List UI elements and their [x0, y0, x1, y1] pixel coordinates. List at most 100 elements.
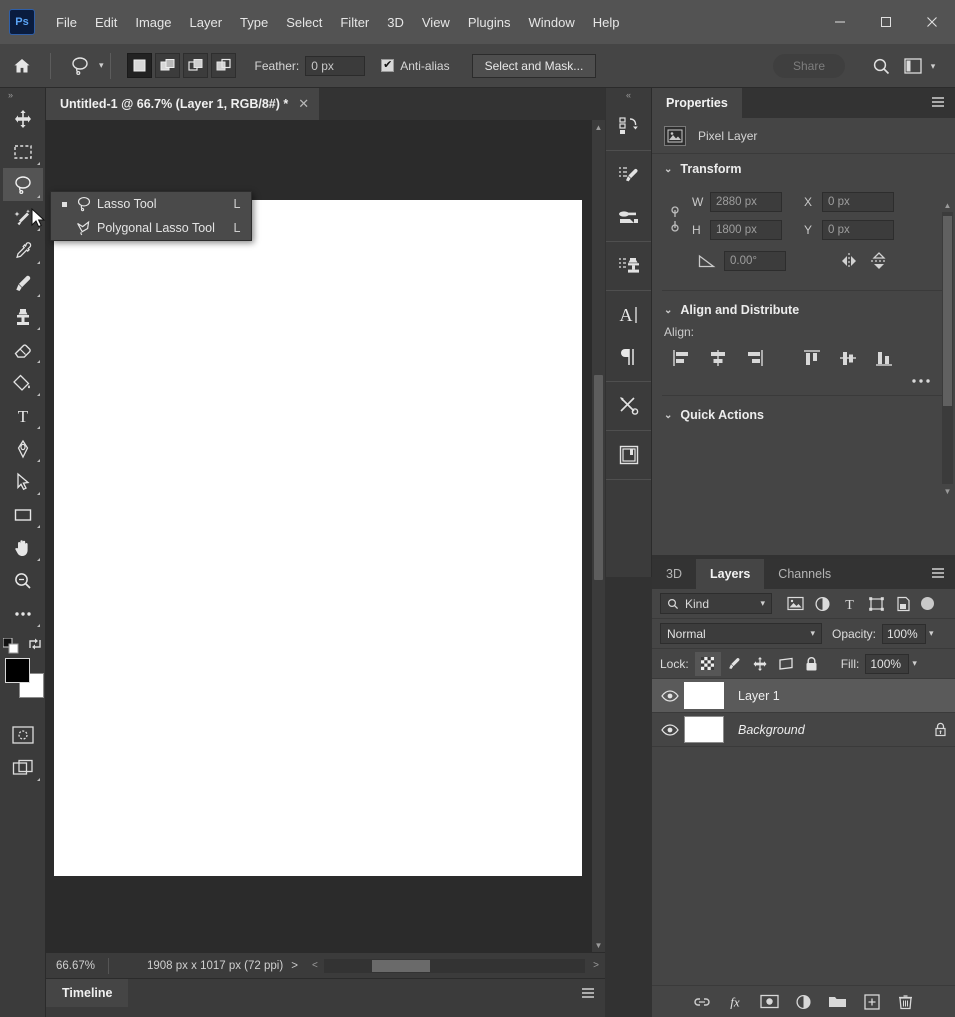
- lock-artboard-nesting-icon[interactable]: [773, 652, 799, 676]
- height-input[interactable]: 1800 px: [710, 220, 782, 240]
- chevron-down-icon[interactable]: ▾: [810, 628, 815, 639]
- flip-vertical-icon[interactable]: [864, 248, 894, 274]
- menu-view[interactable]: View: [413, 11, 459, 34]
- canvas-area[interactable]: ▲ ▼: [46, 120, 605, 952]
- opacity-input[interactable]: 100%: [882, 623, 927, 644]
- layer-style-fx-icon[interactable]: fx: [725, 991, 747, 1013]
- layer-thumbnail[interactable]: [684, 716, 724, 743]
- tab-channels[interactable]: Channels: [764, 559, 845, 589]
- menu-help[interactable]: Help: [584, 11, 629, 34]
- lock-all-icon[interactable]: [799, 652, 825, 676]
- menu-type[interactable]: Type: [231, 11, 277, 34]
- timeline-panel-menu-icon[interactable]: [581, 987, 595, 999]
- x-input[interactable]: 0 px: [822, 192, 894, 212]
- fill-chevron-down-icon[interactable]: ▾: [912, 658, 917, 669]
- document-tab-close-icon[interactable]: ✕: [298, 96, 309, 112]
- align-horizontal-centers-button[interactable]: [700, 345, 736, 371]
- tool-path-selection[interactable]: [3, 465, 43, 498]
- filter-adjustment-layers-icon[interactable]: [809, 592, 836, 616]
- angle-input[interactable]: 0.00°: [724, 251, 786, 271]
- tool-eraser[interactable]: [3, 333, 43, 366]
- filter-pixel-layers-icon[interactable]: [782, 592, 809, 616]
- document-tab[interactable]: Untitled-1 @ 66.7% (Layer 1, RGB/8#) * ✕: [46, 88, 320, 120]
- history-panel-icon[interactable]: [608, 105, 650, 147]
- close-icon[interactable]: [909, 0, 955, 44]
- horizontal-scroll-right-arrow-icon[interactable]: >: [587, 960, 605, 971]
- status-expand-arrow-icon[interactable]: >: [283, 960, 306, 972]
- chevron-down-icon[interactable]: ⌄: [664, 164, 672, 175]
- lock-image-pixels-icon[interactable]: [721, 652, 747, 676]
- brush-settings-panel-icon[interactable]: [608, 154, 650, 196]
- tool-clone-stamp[interactable]: [3, 300, 43, 333]
- delete-layer-icon[interactable]: [895, 991, 917, 1013]
- table-row[interactable]: Background: [652, 713, 955, 747]
- chevron-down-icon[interactable]: ⌄: [664, 305, 672, 316]
- canvas-document[interactable]: [54, 200, 582, 876]
- clone-source-panel-icon[interactable]: [608, 245, 650, 287]
- libraries-panel-icon[interactable]: [608, 434, 650, 476]
- align-more-ellipsis-icon[interactable]: [909, 377, 933, 385]
- lasso-tool-flyout-menu[interactable]: Lasso Tool L Polygonal Lasso Tool L: [50, 191, 252, 241]
- align-bottom-edges-button[interactable]: [866, 345, 902, 371]
- chevron-down-icon[interactable]: ▾: [760, 598, 765, 609]
- layer-name[interactable]: Layer 1: [738, 689, 925, 703]
- layer-filter-kind-select[interactable]: Kind ▾: [660, 593, 772, 614]
- tool-rectangle[interactable]: [3, 498, 43, 531]
- flyout-item-lasso-tool[interactable]: Lasso Tool L: [51, 192, 251, 216]
- lock-transparent-pixels-icon[interactable]: [694, 651, 721, 676]
- paragraph-panel-icon[interactable]: [608, 336, 650, 378]
- filter-enable-toggle[interactable]: [921, 597, 934, 610]
- active-tool-lasso-icon[interactable]: [63, 52, 97, 80]
- new-group-icon[interactable]: [827, 991, 849, 1013]
- new-adjustment-layer-icon[interactable]: [793, 991, 815, 1013]
- flyout-item-polygonal-lasso-tool[interactable]: Polygonal Lasso Tool L: [51, 216, 251, 240]
- share-button[interactable]: Share: [773, 54, 845, 78]
- scroll-down-arrow-icon[interactable]: ▼: [592, 938, 605, 952]
- tab-timeline[interactable]: Timeline: [46, 979, 129, 1007]
- properties-panel-menu-icon[interactable]: [931, 96, 945, 108]
- layers-panel-menu-icon[interactable]: [931, 567, 945, 579]
- layer-thumbnail[interactable]: [684, 682, 724, 709]
- canvas-vertical-scroll-thumb[interactable]: [594, 375, 603, 580]
- horizontal-scroll-left-arrow-icon[interactable]: <: [306, 960, 324, 971]
- tool-rectangular-marquee[interactable]: [3, 135, 43, 168]
- filter-shape-layers-icon[interactable]: [863, 592, 890, 616]
- menu-edit[interactable]: Edit: [86, 11, 126, 34]
- fill-input[interactable]: 100%: [865, 653, 910, 674]
- tool-edit-toolbar-ellipsis-icon[interactable]: [3, 597, 43, 630]
- tool-zoom[interactable]: [3, 564, 43, 597]
- scroll-up-arrow-icon[interactable]: ▲: [592, 120, 605, 134]
- filter-smart-objects-icon[interactable]: [890, 592, 917, 616]
- canvas-vertical-scrollbar[interactable]: ▲ ▼: [592, 120, 605, 952]
- menu-file[interactable]: File: [47, 11, 86, 34]
- toolbar-collapse-double-chevron-right-icon[interactable]: »: [0, 88, 45, 102]
- canvas-horizontal-scroll-thumb[interactable]: [371, 959, 430, 972]
- opacity-chevron-down-icon[interactable]: ▾: [929, 628, 934, 639]
- properties-scrollbar[interactable]: ▲ ▼: [942, 198, 953, 498]
- zoom-level[interactable]: 66.67%: [46, 960, 108, 972]
- properties-scroll-thumb[interactable]: [943, 216, 952, 406]
- menu-window[interactable]: Window: [519, 11, 583, 34]
- add-layer-mask-icon[interactable]: [759, 991, 781, 1013]
- properties-scroll-down-arrow-icon[interactable]: ▼: [942, 484, 953, 498]
- intersect-with-selection-button[interactable]: [210, 53, 236, 78]
- menu-filter[interactable]: Filter: [331, 11, 378, 34]
- brushes-panel-icon[interactable]: [608, 196, 650, 238]
- dock-collapse-double-chevron-left-icon[interactable]: «: [606, 88, 651, 102]
- align-right-edges-button[interactable]: [736, 345, 772, 371]
- chevron-down-icon[interactable]: ⌄: [664, 410, 672, 421]
- align-left-edges-button[interactable]: [664, 345, 700, 371]
- tab-properties[interactable]: Properties: [652, 88, 742, 118]
- layer-visibility-eye-icon[interactable]: [656, 723, 684, 737]
- align-distribute-section-header[interactable]: ⌄ Align and Distribute: [652, 295, 955, 325]
- tab-layers[interactable]: Layers: [695, 559, 765, 589]
- table-row[interactable]: Layer 1: [652, 679, 955, 713]
- search-icon[interactable]: [869, 54, 893, 78]
- tab-3d[interactable]: 3D: [652, 559, 696, 589]
- menu-plugins[interactable]: Plugins: [459, 11, 520, 34]
- tool-hand[interactable]: [3, 531, 43, 564]
- tool-eyedropper[interactable]: [3, 234, 43, 267]
- tool-brush[interactable]: [3, 267, 43, 300]
- lock-position-icon[interactable]: [747, 652, 773, 676]
- align-top-edges-button[interactable]: [794, 345, 830, 371]
